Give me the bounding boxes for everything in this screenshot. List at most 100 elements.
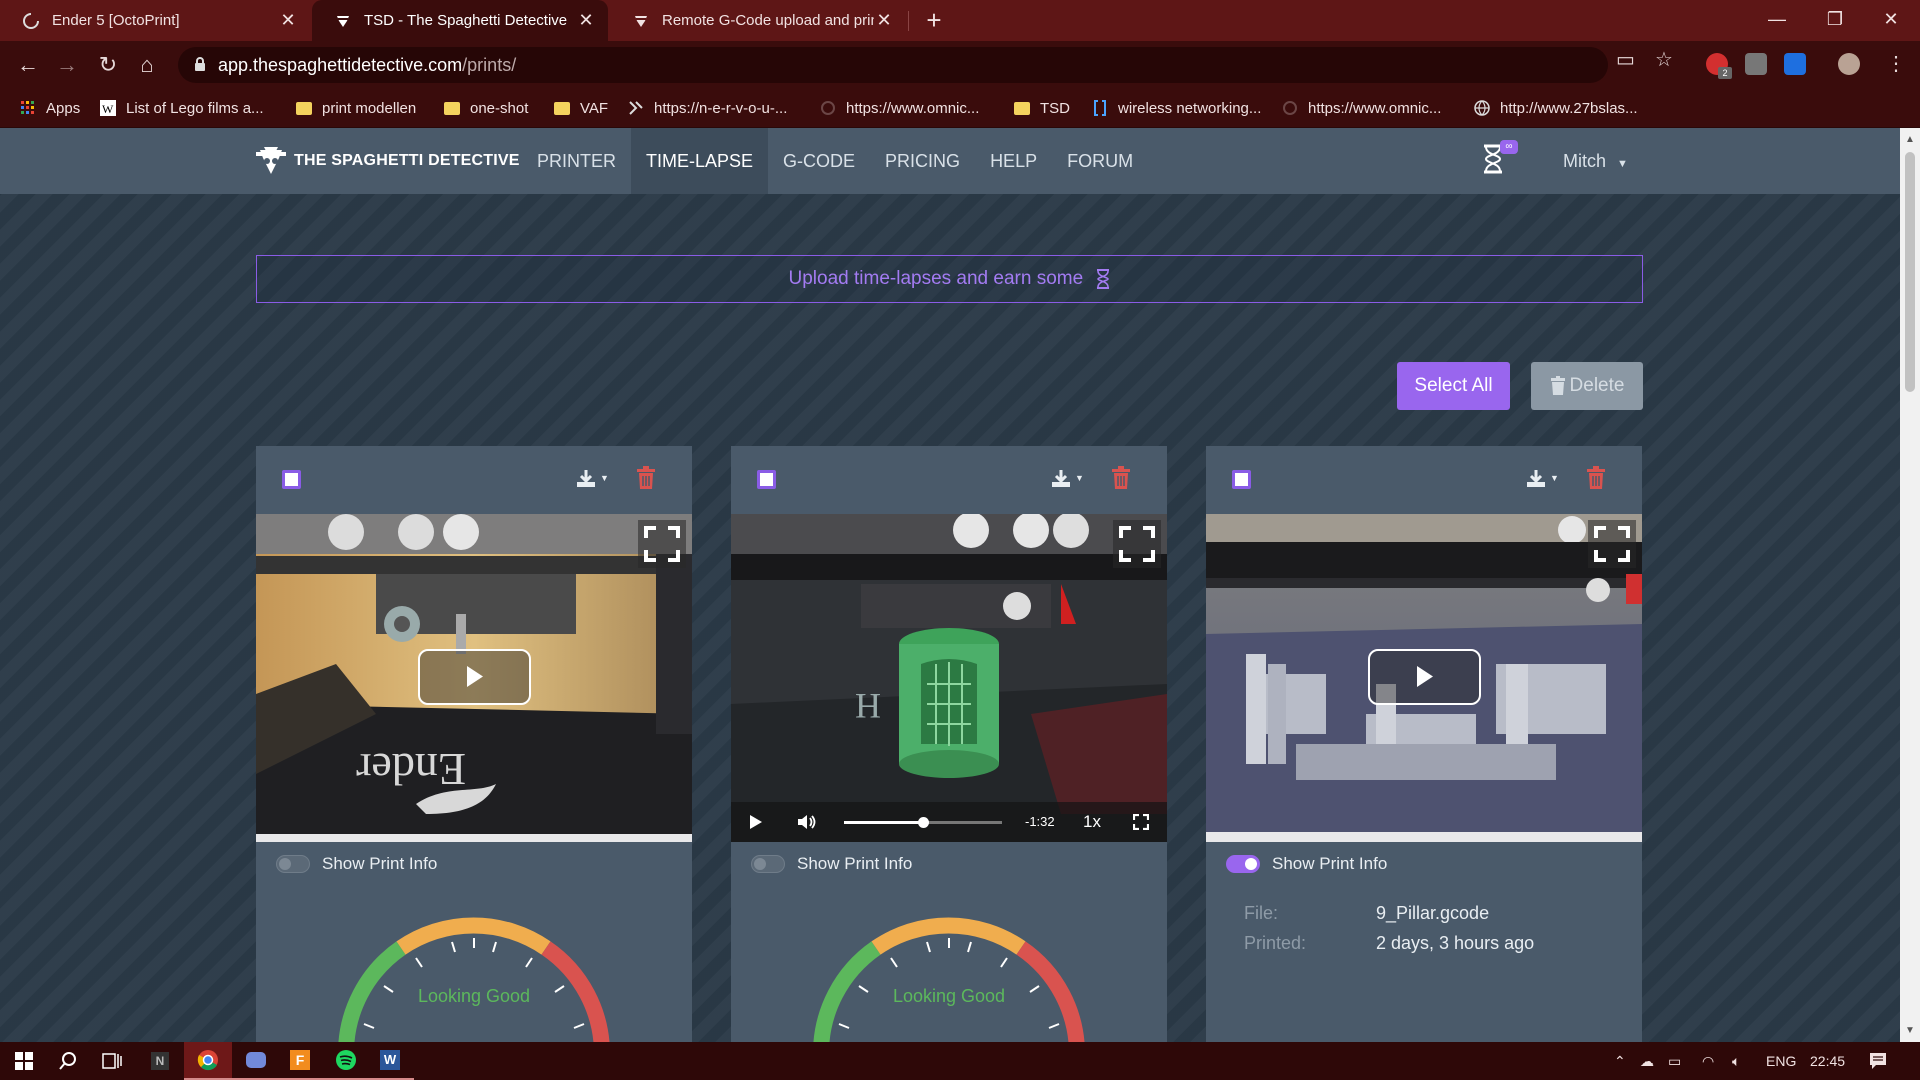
bookmark-one-shot[interactable]: one-shot <box>444 88 528 128</box>
show-print-info-toggle[interactable]: Show Print Info <box>1226 854 1387 874</box>
spotify-icon[interactable] <box>322 1042 370 1080</box>
bookmark-omnic-1[interactable]: https://www.omnic... <box>820 88 979 128</box>
close-tab-icon[interactable]: ✕ <box>278 10 298 31</box>
play-icon[interactable] <box>749 814 763 830</box>
timelapse-video[interactable] <box>1206 514 1642 842</box>
delete-button[interactable]: Delete <box>1531 362 1643 410</box>
toggle-switch[interactable] <box>276 855 310 873</box>
bookmark-27bslash[interactable]: http://www.27bslas... <box>1474 88 1638 128</box>
nav-forum[interactable]: FORUM <box>1052 128 1148 194</box>
address-bar[interactable]: app.thespaghettidetective.com/prints/ <box>178 47 1608 83</box>
bookmark-print-modellen[interactable]: print modellen <box>296 88 416 128</box>
minimize-window-button[interactable]: — <box>1748 0 1806 41</box>
bookmark-lego-films[interactable]: W List of Lego films a... <box>100 88 264 128</box>
nav-printer[interactable]: PRINTER <box>522 128 631 194</box>
home-button[interactable]: ⌂ <box>131 49 163 81</box>
nav-pricing[interactable]: PRICING <box>870 128 975 194</box>
fullscreen-icon[interactable] <box>1133 814 1149 830</box>
discord-icon[interactable] <box>232 1042 280 1080</box>
word-icon[interactable]: W <box>366 1042 414 1080</box>
select-all-button[interactable]: Select All <box>1397 362 1510 410</box>
download-dropdown[interactable]: ▼ <box>1526 468 1559 488</box>
select-checkbox[interactable] <box>282 470 301 489</box>
download-dropdown[interactable]: ▼ <box>576 468 609 488</box>
detective-logo-icon <box>256 144 286 178</box>
nav-time-lapse[interactable]: TIME-LAPSE <box>631 128 769 194</box>
fusion-icon[interactable]: F <box>276 1042 324 1080</box>
seek-handle[interactable] <box>918 817 929 828</box>
trash-icon[interactable] <box>1586 466 1606 490</box>
select-checkbox[interactable] <box>1232 470 1251 489</box>
wifi-icon[interactable]: ◠ <box>1702 1042 1714 1080</box>
profile-avatar[interactable] <box>1838 53 1860 75</box>
scroll-down-icon[interactable]: ▼ <box>1905 1025 1915 1036</box>
nav-g-code[interactable]: G-CODE <box>768 128 870 194</box>
brand-logo[interactable]: THE SPAGHETTI DETECTIVE <box>256 144 520 178</box>
tab-remote-gcode[interactable]: Remote G-Code upload and prin ✕ <box>610 0 906 41</box>
restore-window-button[interactable]: ❐ <box>1806 0 1864 41</box>
close-tab-icon[interactable]: ✕ <box>576 10 596 31</box>
toggle-switch[interactable] <box>1226 855 1260 873</box>
close-tab-icon[interactable]: ✕ <box>874 10 894 31</box>
forward-button[interactable]: → <box>51 49 83 81</box>
bookmark-omnic-2[interactable]: https://www.omnic... <box>1282 88 1441 128</box>
toggle-switch[interactable] <box>751 855 785 873</box>
scroll-up-icon[interactable]: ▲ <box>1905 134 1915 145</box>
show-print-info-toggle[interactable]: Show Print Info <box>276 854 437 874</box>
nav-help[interactable]: HELP <box>975 128 1052 194</box>
browser-menu-icon[interactable]: ⋮ <box>1886 51 1906 76</box>
printed-value: 2 days, 3 hours ago <box>1376 932 1535 953</box>
show-print-info-toggle[interactable]: Show Print Info <box>751 854 912 874</box>
volume-icon[interactable]: 🔈︎ <box>1732 1042 1740 1080</box>
task-view-icon[interactable] <box>88 1042 136 1080</box>
speed-button[interactable]: 1x <box>1083 812 1101 832</box>
play-button[interactable] <box>418 649 531 705</box>
seek-bar[interactable] <box>844 817 1002 828</box>
chrome-icon[interactable] <box>184 1042 232 1080</box>
timelapse-video[interactable]: H -1:32 1x <box>731 514 1167 842</box>
new-tab-button[interactable]: + <box>920 6 948 34</box>
bookmark-wireless[interactable]: wireless networking... <box>1092 88 1261 128</box>
clock[interactable]: 22:45 <box>1810 1042 1845 1080</box>
language-indicator[interactable]: ENG <box>1766 1042 1796 1080</box>
bookmark-star-icon[interactable]: ☆ <box>1655 50 1673 70</box>
battery-icon[interactable]: ▭ <box>1668 1042 1681 1080</box>
trash-icon[interactable] <box>1111 466 1131 490</box>
user-menu[interactable]: Mitch ▼ <box>1563 128 1628 194</box>
play-button[interactable] <box>1368 649 1481 705</box>
fullscreen-icon[interactable] <box>1588 520 1636 568</box>
search-icon[interactable] <box>44 1042 92 1080</box>
bookmark-extension-icon[interactable] <box>1784 53 1806 75</box>
promo-banner[interactable]: Upload time-lapses and earn some <box>256 255 1643 303</box>
onedrive-icon[interactable]: ☁ <box>1640 1042 1654 1080</box>
bracket-icon <box>1092 100 1108 116</box>
download-dropdown[interactable]: ▼ <box>1051 468 1084 488</box>
tab-tsd[interactable]: TSD - The Spaghetti Detective ✕ <box>312 0 608 41</box>
onenote-icon[interactable]: N <box>136 1042 184 1080</box>
select-checkbox[interactable] <box>757 470 776 489</box>
cast-icon[interactable]: ▭ <box>1616 50 1635 70</box>
back-button[interactable]: ← <box>12 49 44 81</box>
svg-text:H: H <box>855 686 881 726</box>
card-header: ▼ <box>1206 446 1642 514</box>
show-hidden-icons-icon[interactable]: ⌃ <box>1614 1042 1626 1080</box>
fullscreen-icon[interactable] <box>1113 520 1161 568</box>
windows-start-icon[interactable] <box>0 1042 48 1080</box>
close-window-button[interactable]: ✕ <box>1862 0 1920 41</box>
volume-icon[interactable] <box>797 813 817 831</box>
fullscreen-icon[interactable] <box>638 520 686 568</box>
bookmark-apps[interactable]: Apps <box>20 88 80 128</box>
trash-icon[interactable] <box>636 466 656 490</box>
lock-icon <box>194 57 206 72</box>
detective-hours-button[interactable]: ∞ <box>1482 140 1518 174</box>
scroll-thumb[interactable] <box>1905 152 1915 392</box>
reload-button[interactable]: ↻ <box>92 49 124 81</box>
timelapse-video[interactable]: Ender <box>256 514 692 842</box>
tab-octoprint[interactable]: Ender 5 [OctoPrint] ✕ <box>0 0 310 41</box>
bookmark-nervous[interactable]: https://n-e-r-v-o-u-... <box>628 88 787 128</box>
bookmark-tsd[interactable]: TSD <box>1014 88 1070 128</box>
notifications-icon[interactable] <box>1868 1042 1888 1080</box>
bookmark-vaf[interactable]: VAF <box>554 88 608 128</box>
page-scrollbar[interactable]: ▲ ▼ <box>1900 128 1920 1042</box>
lightbulb-extension-icon[interactable] <box>1745 53 1767 75</box>
